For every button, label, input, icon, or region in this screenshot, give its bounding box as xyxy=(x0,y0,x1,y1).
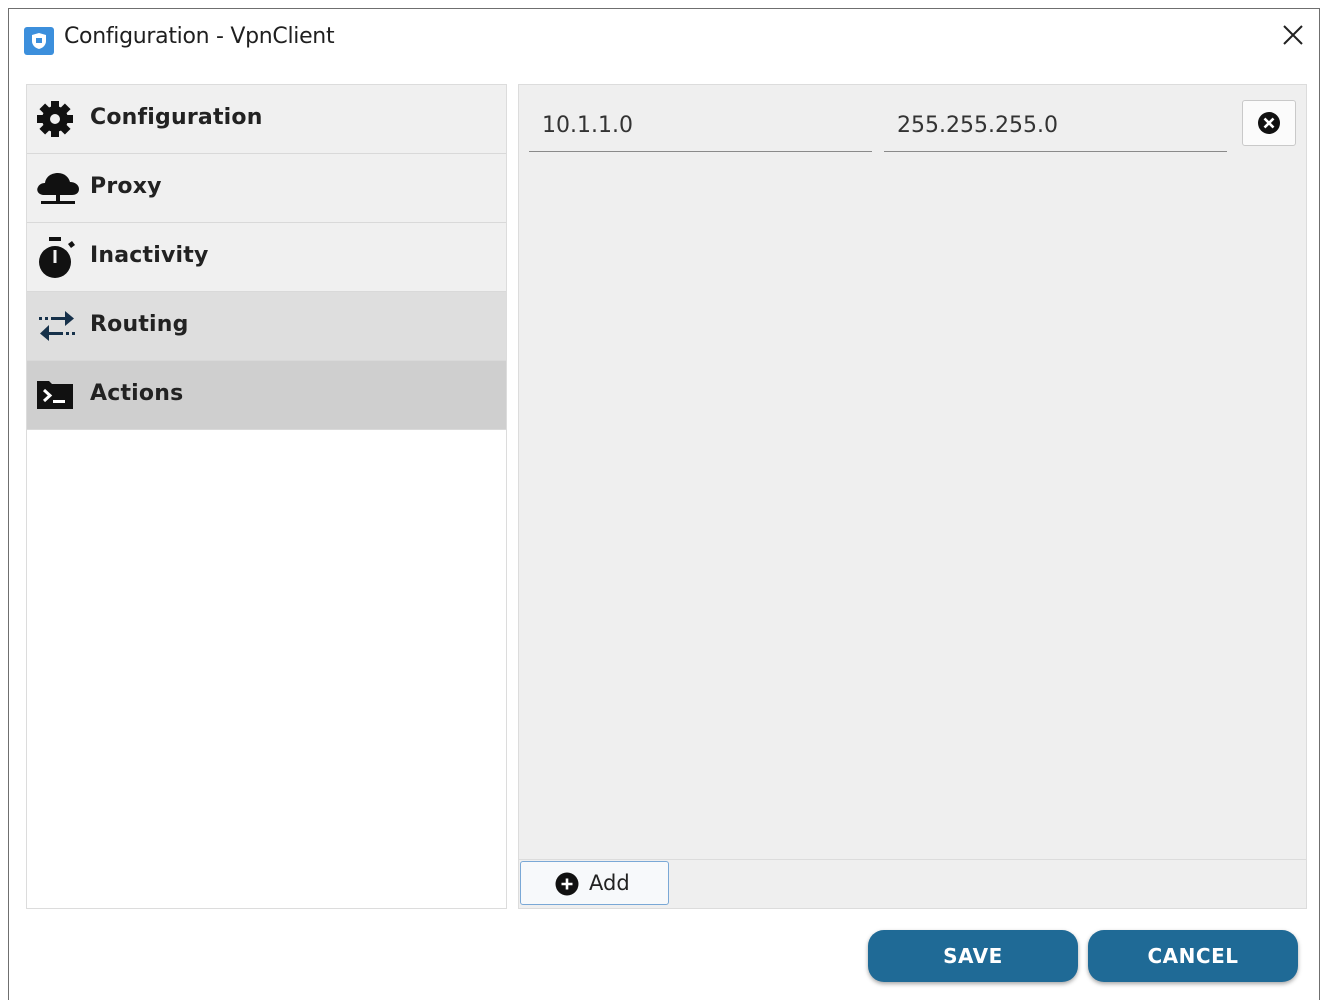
configuration-window: Configuration - VpnClient Configuration … xyxy=(8,8,1320,1000)
window-title: Configuration - VpnClient xyxy=(64,24,335,49)
add-circle-icon xyxy=(555,872,579,896)
sidebar-item-proxy[interactable]: Proxy xyxy=(27,154,506,223)
sidebar-item-configuration[interactable]: Configuration xyxy=(27,85,506,154)
shield-icon xyxy=(24,27,54,55)
swap-arrows-icon xyxy=(35,306,79,346)
save-button[interactable]: SAVE xyxy=(868,930,1078,982)
cancel-button[interactable]: CANCEL xyxy=(1088,930,1298,982)
route-row xyxy=(529,100,1296,155)
sidebar-item-label: Configuration xyxy=(90,105,263,130)
cloud-icon xyxy=(35,168,79,208)
network-address-field[interactable] xyxy=(529,100,872,152)
routes-panel: Add xyxy=(518,84,1307,909)
add-label: Add xyxy=(589,871,630,895)
subnet-mask-field[interactable] xyxy=(884,100,1227,152)
sidebar-item-label: Proxy xyxy=(90,174,162,199)
sidebar-item-label: Inactivity xyxy=(90,243,209,268)
remove-route-button[interactable] xyxy=(1242,100,1296,146)
terminal-icon xyxy=(35,375,79,415)
sidebar-item-label: Routing xyxy=(90,312,189,337)
remove-circle-icon xyxy=(1258,112,1280,134)
sidebar-item-inactivity[interactable]: Inactivity xyxy=(27,223,506,292)
stopwatch-icon xyxy=(35,237,79,278)
gear-icon xyxy=(35,99,79,139)
sidebar-item-actions[interactable]: Actions xyxy=(27,361,506,430)
title-bar: Configuration - VpnClient xyxy=(9,9,1319,69)
routes-toolbar: Add xyxy=(519,859,1306,908)
sidebar-item-label: Actions xyxy=(90,381,184,406)
sidebar-item-routing[interactable]: Routing xyxy=(27,292,506,361)
close-icon xyxy=(1283,25,1303,45)
close-button[interactable] xyxy=(1277,19,1309,51)
add-route-button[interactable]: Add xyxy=(520,861,669,905)
sidebar: Configuration Proxy Inactivity Routing A… xyxy=(26,84,507,909)
